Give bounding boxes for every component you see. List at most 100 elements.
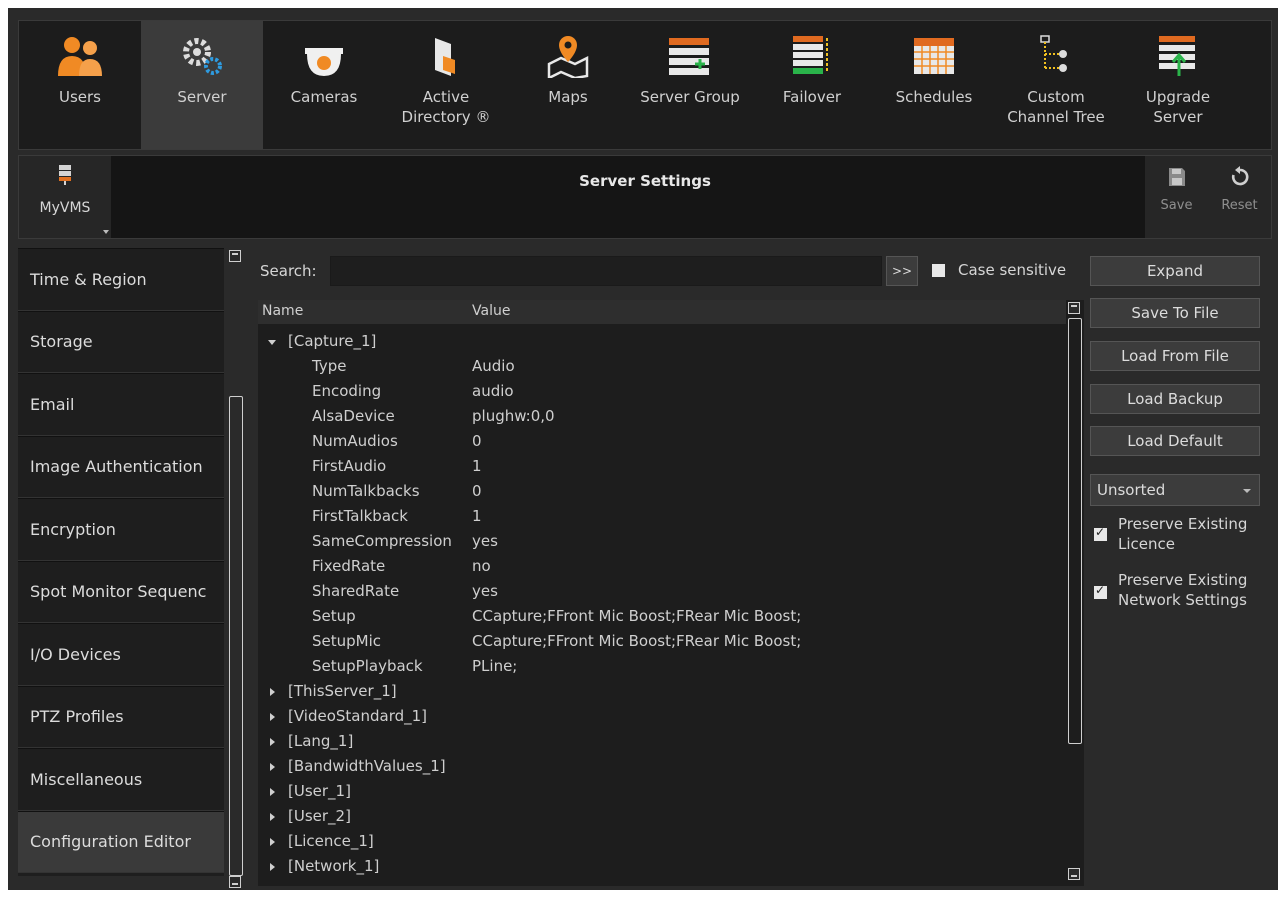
floppy-disk-icon xyxy=(1168,168,1185,186)
sidebar-item-storage[interactable]: Storage xyxy=(18,310,224,373)
sidebar-item-spot-monitor-sequenc[interactable]: Spot Monitor Sequenc xyxy=(18,560,224,623)
tree-entry-row[interactable]: Setup CCapture;FFront Mic Boost;FRear Mic… xyxy=(258,605,1058,630)
preserve-licence-checkbox[interactable] xyxy=(1094,525,1107,541)
server-selector[interactable]: MyVMS xyxy=(19,156,111,238)
toolbar-item-label: Server Group xyxy=(640,88,740,106)
tree-entry-row[interactable]: FirstTalkback 1 xyxy=(258,505,1058,530)
tree-section-row[interactable]: [VideoStandard_1] xyxy=(258,705,1058,730)
tree-entry-row[interactable]: NumTalkbacks 0 xyxy=(258,480,1058,505)
search-input[interactable] xyxy=(330,256,882,286)
tree-entry-value[interactable]: 1 xyxy=(472,507,482,525)
reset-button[interactable]: Reset xyxy=(1208,156,1271,238)
tree-entry-value[interactable]: PLine; xyxy=(472,657,517,675)
tree-entry-row[interactable]: Type Audio xyxy=(258,355,1058,380)
sidebar-item-configuration-editor[interactable]: Configuration Editor xyxy=(18,810,224,873)
tree-section-row[interactable]: [BandwidthValues_1] xyxy=(258,755,1058,780)
toolbar-item-active[interactable]: Active Directory ® xyxy=(385,21,507,149)
sidebar-item-image-authentication[interactable]: Image Authentication xyxy=(18,435,224,498)
tree-entry-value[interactable]: audio xyxy=(472,382,514,400)
toolbar-item-schedules[interactable]: Schedules xyxy=(873,21,995,149)
tree-entry-row[interactable]: AlsaDevice plughw:0,0 xyxy=(258,405,1058,430)
toolbar-item-custom[interactable]: Custom Channel Tree xyxy=(995,21,1117,149)
column-header-value[interactable]: Value xyxy=(472,303,510,319)
collapsed-arrow-icon[interactable] xyxy=(270,863,275,871)
tree-entry-value[interactable]: CCapture;FFront Mic Boost;FRear Mic Boos… xyxy=(472,607,801,625)
toolbar-item-server-group[interactable]: Server Group xyxy=(629,21,751,149)
collapsed-arrow-icon[interactable] xyxy=(270,713,275,721)
case-sensitive-checkbox[interactable] xyxy=(932,264,945,277)
sidebar-item-miscellaneous[interactable]: Miscellaneous xyxy=(18,748,224,811)
scroll-up-button[interactable] xyxy=(1068,302,1080,314)
load-default-button[interactable]: Load Default xyxy=(1090,426,1260,456)
scroll-thumb[interactable] xyxy=(229,396,243,876)
preserve-network-checkbox[interactable] xyxy=(1094,583,1107,599)
sidebar-item-time-region[interactable]: Time & Region xyxy=(18,248,224,311)
collapsed-arrow-icon[interactable] xyxy=(270,838,275,846)
scroll-thumb[interactable] xyxy=(1068,318,1082,744)
sort-select[interactable]: Unsorted xyxy=(1090,474,1260,506)
tree-entry-row[interactable]: FirstAudio 1 xyxy=(258,455,1058,480)
tree-section-row[interactable]: [User_1] xyxy=(258,780,1058,805)
tree-entry-row[interactable]: FixedRate no xyxy=(258,555,1058,580)
tree-section-row[interactable]: [Lang_1] xyxy=(258,730,1058,755)
sidebar-item-i-o-devices[interactable]: I/O Devices xyxy=(18,623,224,686)
tree-entry-value[interactable]: CCapture;FFront Mic Boost;FRear Mic Boos… xyxy=(472,632,801,650)
sidebar-item-encryption[interactable]: Encryption xyxy=(18,498,224,561)
tree-entry-value[interactable]: Audio xyxy=(472,357,515,375)
collapsed-arrow-icon[interactable] xyxy=(270,688,275,696)
tree-section-name: [Licence_1] xyxy=(288,832,374,850)
expanded-arrow-icon[interactable] xyxy=(268,340,276,345)
search-go-button[interactable]: >> xyxy=(886,256,918,286)
toolbar-item-maps[interactable]: Maps xyxy=(507,21,629,149)
toolbar-item-server[interactable]: Server xyxy=(141,21,263,149)
sidebar-item-ptz-profiles[interactable]: PTZ Profiles xyxy=(18,685,224,748)
tree-section-row[interactable]: [User_2] xyxy=(258,805,1058,830)
tree-scrollbar[interactable] xyxy=(1066,300,1084,886)
sidebar-scrollbar[interactable] xyxy=(228,248,246,888)
save-button[interactable]: Save xyxy=(1145,156,1208,238)
toolbar-item-label: Active Directory ® xyxy=(401,88,491,126)
tree-section-row[interactable]: [Licence_1] xyxy=(258,830,1058,855)
collapsed-arrow-icon[interactable] xyxy=(270,788,275,796)
toolbar-item-upgrade[interactable]: Upgrade Server xyxy=(1117,21,1239,149)
server-stack-icon xyxy=(59,165,71,185)
tree-entry-row[interactable]: Encoding audio xyxy=(258,380,1058,405)
tree-section-row[interactable]: [Network_1] xyxy=(258,855,1058,880)
toolbar-item-failover[interactable]: Failover xyxy=(751,21,873,149)
tree-entry-value[interactable]: plughw:0,0 xyxy=(472,407,555,425)
collapsed-arrow-icon[interactable] xyxy=(270,763,275,771)
tree-entry-value[interactable]: no xyxy=(472,557,491,575)
toolbar-item-cameras[interactable]: Cameras xyxy=(263,21,385,149)
scroll-down-button[interactable] xyxy=(229,876,241,888)
tree-section-row[interactable]: [Capture_1] xyxy=(258,330,1058,355)
scroll-up-button[interactable] xyxy=(229,250,241,262)
tree-entry-value[interactable]: yes xyxy=(472,532,498,550)
tree-entry-row[interactable]: SharedRate yes xyxy=(258,580,1058,605)
load-from-file-button[interactable]: Load From File xyxy=(1090,341,1260,371)
load-backup-button[interactable]: Load Backup xyxy=(1090,384,1260,414)
server-name: MyVMS xyxy=(39,200,91,216)
expand-button[interactable]: Expand xyxy=(1090,256,1260,286)
toolbar-item-users[interactable]: Users xyxy=(19,21,141,149)
tree-entry-value[interactable]: yes xyxy=(472,582,498,600)
collapsed-arrow-icon[interactable] xyxy=(270,738,275,746)
collapsed-arrow-icon[interactable] xyxy=(270,813,275,821)
tree-entry-row[interactable]: SetupMic CCapture;FFront Mic Boost;FRear … xyxy=(258,630,1058,655)
failover-icon xyxy=(787,31,837,81)
settings-sidebar: Time & Region Storage Email Image Authentic… xyxy=(18,248,224,876)
scroll-down-button[interactable] xyxy=(1068,868,1080,880)
tree-entry-row[interactable]: SameCompression yes xyxy=(258,530,1058,555)
header-actions: Save Reset xyxy=(1145,156,1271,238)
tree-entry-row[interactable]: SetupPlayback PLine; xyxy=(258,655,1058,680)
save-to-file-button[interactable]: Save To File xyxy=(1090,298,1260,328)
tree-entry-value[interactable]: 0 xyxy=(472,432,482,450)
tree-section-row[interactable]: [ThisServer_1] xyxy=(258,680,1058,705)
config-tree: Name Value [Capture_1] Type Audio Encoding a… xyxy=(258,300,1084,886)
tree-section-name: [BandwidthValues_1] xyxy=(288,757,446,775)
tree-entry-row[interactable]: NumAudios 0 xyxy=(258,430,1058,455)
chevron-down-icon xyxy=(103,230,109,234)
column-header-name[interactable]: Name xyxy=(262,303,303,319)
tree-entry-value[interactable]: 0 xyxy=(472,482,482,500)
sidebar-item-email[interactable]: Email xyxy=(18,373,224,436)
tree-entry-value[interactable]: 1 xyxy=(472,457,482,475)
